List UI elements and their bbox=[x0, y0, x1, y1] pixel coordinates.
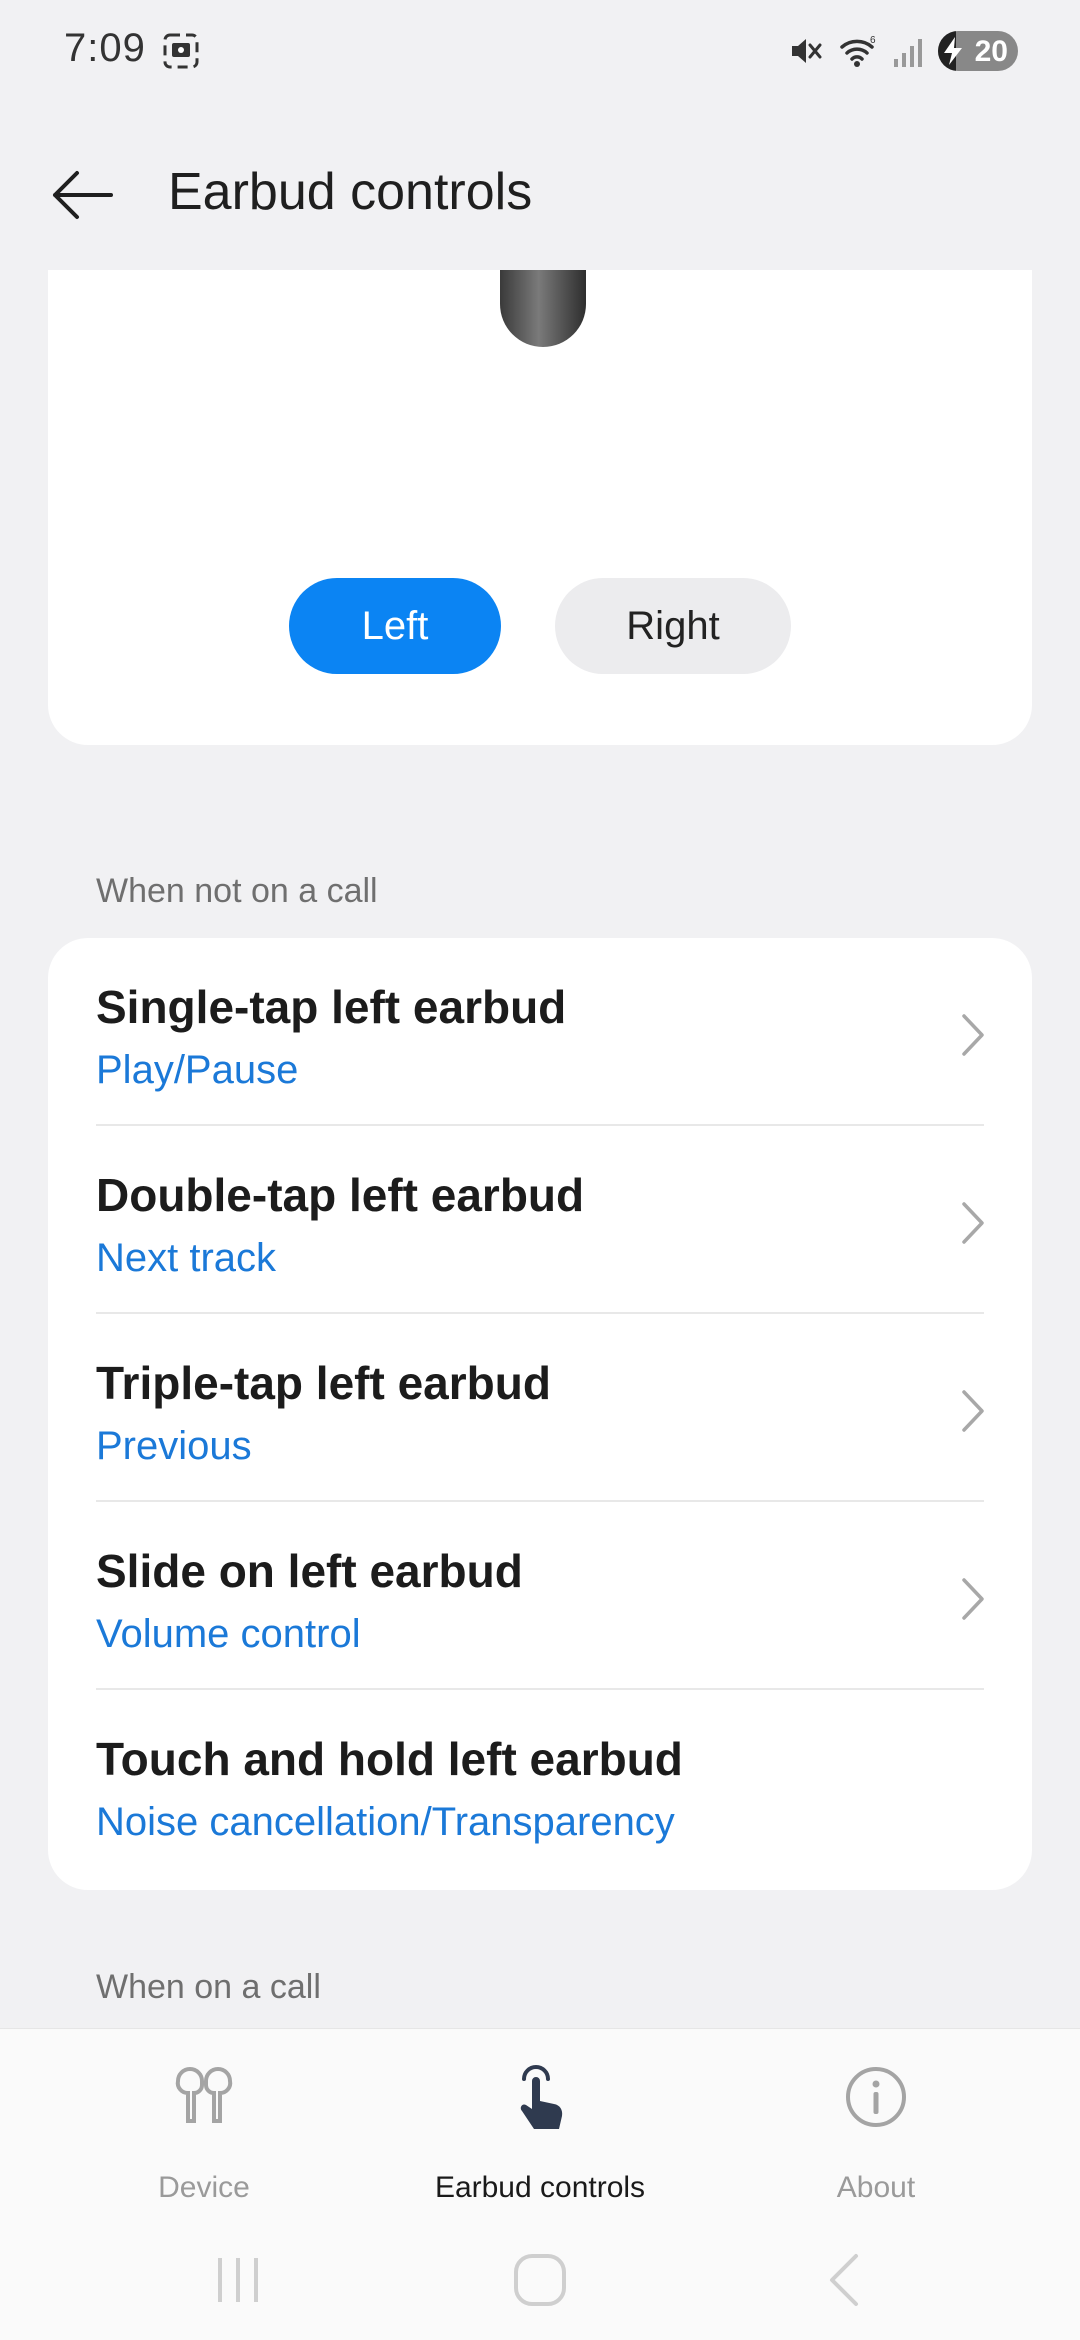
list-item-title: Touch and hold left earbud bbox=[96, 1733, 683, 1785]
list-item-value: Noise cancellation/Transparency bbox=[96, 1800, 675, 1844]
chevron-right-icon bbox=[962, 1014, 984, 1056]
info-icon bbox=[846, 2067, 906, 2127]
page-title: Earbud controls bbox=[168, 163, 533, 221]
section-label-on-call: When on a call bbox=[96, 1968, 321, 2006]
tab-earbud-controls-label: Earbud controls bbox=[434, 2171, 646, 2204]
wifi-icon: 6 bbox=[840, 35, 876, 67]
list-item-title: Double-tap left earbud bbox=[96, 1169, 585, 1221]
tab-about-label: About bbox=[836, 2171, 916, 2204]
system-back-icon[interactable] bbox=[812, 2248, 876, 2312]
battery-icon: 20 bbox=[938, 31, 1018, 71]
section-label-not-on-call: When not on a call bbox=[96, 872, 378, 910]
signal-icon bbox=[894, 39, 922, 67]
chevron-right-icon bbox=[962, 1390, 984, 1432]
list-item-value: Next track bbox=[96, 1236, 277, 1280]
mute-icon bbox=[792, 39, 822, 63]
list-item-triple-tap[interactable]: Triple-tap left earbud Previous bbox=[48, 1314, 1032, 1502]
battery-level: 20 bbox=[974, 35, 1008, 68]
list-item-title: Slide on left earbud bbox=[96, 1545, 523, 1597]
screenshot-icon bbox=[163, 33, 199, 69]
list-item-touch-and-hold[interactable]: Touch and hold left earbud Noise cancell… bbox=[48, 1690, 1032, 1878]
home-icon[interactable] bbox=[508, 2248, 572, 2312]
screen: 7:09 6 20 Earbud controls Left Right Whe… bbox=[0, 0, 1080, 2340]
charging-bolt-icon bbox=[944, 37, 962, 65]
left-earbud-button[interactable]: Left bbox=[289, 578, 501, 674]
tab-device-label: Device bbox=[158, 2171, 250, 2204]
list-item-value: Volume control bbox=[96, 1612, 361, 1656]
chevron-right-icon bbox=[962, 1202, 984, 1244]
app-header: Earbud controls bbox=[0, 120, 1080, 270]
tab-device[interactable]: Device bbox=[54, 2051, 354, 2204]
list-item-title: Single-tap left earbud bbox=[96, 981, 567, 1033]
system-navigation-bar bbox=[0, 2220, 1080, 2340]
chevron-right-icon bbox=[962, 1578, 984, 1620]
list-item-value: Previous bbox=[96, 1424, 252, 1468]
list-item-value: Play/Pause bbox=[96, 1048, 299, 1092]
list-item-single-tap[interactable]: Single-tap left earbud Play/Pause bbox=[48, 938, 1032, 1126]
controls-list: Single-tap left earbud Play/Pause Double… bbox=[48, 938, 1032, 1890]
tab-about[interactable]: About bbox=[726, 2051, 1026, 2204]
status-time: 7:09 bbox=[64, 26, 146, 70]
right-earbud-button[interactable]: Right bbox=[555, 578, 791, 674]
tab-earbud-controls[interactable]: Earbud controls bbox=[390, 2051, 690, 2204]
touch-hand-icon bbox=[520, 2065, 563, 2129]
list-item-title: Triple-tap left earbud bbox=[96, 1357, 551, 1409]
list-item-slide[interactable]: Slide on left earbud Volume control bbox=[48, 1502, 1032, 1690]
earbud-image bbox=[500, 270, 586, 347]
status-icons: 6 20 bbox=[788, 30, 1018, 72]
status-bar: 7:09 6 20 bbox=[0, 0, 1080, 100]
back-button[interactable] bbox=[44, 160, 120, 230]
list-item-double-tap[interactable]: Double-tap left earbud Next track bbox=[48, 1126, 1032, 1314]
svg-text:6: 6 bbox=[870, 35, 876, 46]
arrow-left-icon bbox=[53, 171, 113, 219]
recent-apps-icon[interactable] bbox=[206, 2248, 270, 2312]
earbuds-icon bbox=[175, 2067, 233, 2123]
earbud-preview-card: Left Right bbox=[48, 270, 1032, 745]
